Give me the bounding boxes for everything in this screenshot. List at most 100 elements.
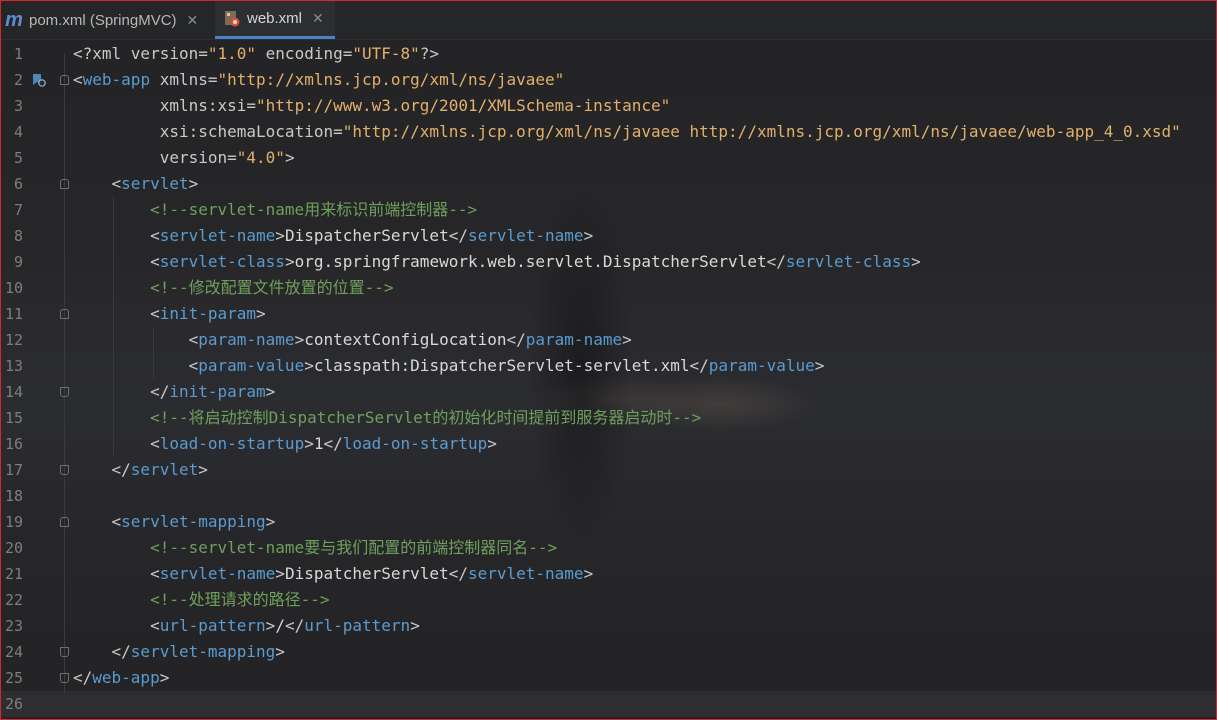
code-line[interactable]: 8 <servlet-name>DispatcherServlet</servl…: [1, 223, 1216, 249]
fold-marker-icon[interactable]: [60, 387, 69, 397]
fold-marker-icon[interactable]: [60, 465, 69, 475]
code-token: url-pattern: [304, 616, 411, 635]
code-token: </: [111, 642, 131, 661]
code-line[interactable]: 10 <!--修改配置文件放置的位置-->: [1, 275, 1216, 301]
code-text: <param-value>classpath:DispatcherServlet…: [73, 353, 825, 379]
code-token: "http://xmlns.jcp.org/xml/ns/javaee http…: [342, 122, 1181, 141]
fold-marker-icon[interactable]: [60, 75, 69, 85]
code-token: load-on-startup: [159, 434, 305, 453]
code-line[interactable]: 21 <servlet-name>DispatcherServlet</serv…: [1, 561, 1216, 587]
code-token: init-param: [159, 304, 257, 323]
line-number: 21: [4, 565, 23, 583]
code-text: <servlet-mapping>: [73, 509, 276, 535]
code-token: <: [150, 252, 160, 271]
code-line[interactable]: 14 </init-param>: [1, 379, 1216, 405]
code-token: >: [265, 382, 276, 401]
line-number: 20: [4, 539, 23, 557]
code-token: </: [73, 668, 93, 687]
code-token: >: [294, 330, 305, 349]
code-token: >: [304, 356, 314, 375]
code-line[interactable]: 20 <!--servlet-name要与我们配置的前端控制器同名-->: [1, 535, 1216, 561]
code-token: param-name: [525, 330, 623, 349]
code-line[interactable]: 2 <web-app xmlns="http://xmlns.jcp.org/xm…: [1, 67, 1216, 93]
close-icon[interactable]: ✕: [187, 12, 199, 29]
code-token: <: [111, 512, 122, 531]
code-text: <init-param>: [73, 301, 266, 327]
code-line[interactable]: 24 </servlet-mapping>: [1, 639, 1216, 665]
code-token: >: [284, 148, 295, 167]
tab-pom-xml[interactable]: m pom.xml (SpringMVC) ✕: [1, 1, 217, 39]
code-token: param-value: [198, 356, 305, 375]
code-token: DispatcherServlet: [284, 226, 449, 245]
code-line[interactable]: 6 <servlet>: [1, 171, 1216, 197]
code-line[interactable]: 13 <param-value>classpath:DispatcherServ…: [1, 353, 1216, 379]
code-token: classpath:DispatcherServlet-servlet.xml: [313, 356, 690, 375]
code-text: <!--将启动控制DispatcherServlet的初始化时间提前到服务器启动…: [73, 405, 701, 431]
code-text: <web-app xmlns="http://xmlns.jcp.org/xml…: [73, 67, 564, 93]
code-line[interactable]: 7 <!--servlet-name用来标识前端控制器-->: [1, 197, 1216, 223]
code-token: >: [256, 304, 266, 323]
code-line[interactable]: 18: [1, 483, 1216, 509]
code-line[interactable]: 3 xmlns:xsi="http://www.w3.org/2001/XMLS…: [1, 93, 1216, 119]
code-token: ?>: [419, 44, 440, 63]
code-token: servlet-name: [159, 226, 276, 245]
code-token: >: [284, 252, 295, 271]
code-line[interactable]: 22 <!--处理请求的路径-->: [1, 587, 1216, 613]
line-number: 22: [4, 591, 23, 609]
code-token: >: [814, 356, 825, 375]
code-token: servlet: [130, 460, 199, 479]
code-token: servlet-mapping: [121, 512, 266, 531]
code-text: <servlet>: [73, 171, 199, 197]
code-line[interactable]: 5 version="4.0">: [1, 145, 1216, 171]
fold-marker-icon[interactable]: [60, 309, 69, 319]
code-line[interactable]: 23 <url-pattern>/</url-pattern>: [1, 613, 1216, 639]
code-text: xsi:schemaLocation="http://xmlns.jcp.org…: [73, 119, 1181, 145]
code-token: <!--将启动控制DispatcherServlet的初始化时间提前到服务器启动…: [150, 408, 702, 427]
code-line[interactable]: 15 <!--将启动控制DispatcherServlet的初始化时间提前到服务…: [1, 405, 1216, 431]
code-text: <?xml version="1.0" encoding="UTF-8"?>: [73, 41, 439, 67]
code-line[interactable]: 19 <servlet-mapping>: [1, 509, 1216, 535]
line-number: 3: [13, 97, 23, 115]
code-line[interactable]: 1 <?xml version="1.0" encoding="UTF-8"?>: [1, 41, 1216, 67]
tab-web-xml[interactable]: web.xml ✕: [215, 1, 335, 39]
code-text: version="4.0">: [73, 145, 295, 171]
code-token: /: [275, 616, 285, 635]
code-token: <: [111, 174, 122, 193]
code-token: <: [188, 356, 199, 375]
close-icon[interactable]: ✕: [312, 10, 324, 27]
code-line[interactable]: 25 </web-app>: [1, 665, 1216, 691]
line-number: 4: [13, 123, 23, 141]
code-line[interactable]: 4 xsi:schemaLocation="http://xmlns.jcp.o…: [1, 119, 1216, 145]
fold-marker-icon[interactable]: [60, 673, 69, 683]
line-number: 9: [13, 253, 23, 271]
line-number: 19: [4, 513, 23, 531]
code-editor[interactable]: 1 <?xml version="1.0" encoding="UTF-8"?> 2…: [1, 41, 1216, 719]
code-text: <!--servlet-name用来标识前端控制器-->: [73, 197, 477, 223]
code-line[interactable]: 11 <init-param>: [1, 301, 1216, 327]
fold-marker-icon[interactable]: [60, 517, 69, 527]
fold-marker-icon[interactable]: [60, 179, 69, 189]
code-token: </: [766, 252, 786, 271]
code-line[interactable]: 16 <load-on-startup>1</load-on-startup>: [1, 431, 1216, 457]
code-line[interactable]: 26: [1, 691, 1216, 717]
code-token: >: [198, 460, 208, 479]
fold-marker-icon[interactable]: [60, 647, 69, 657]
maven-icon: m: [5, 8, 23, 31]
line-number: 24: [4, 643, 23, 661]
tab-web-xml-label: web.xml: [247, 10, 303, 27]
code-text: </servlet-mapping>: [73, 639, 285, 665]
code-token: <: [188, 330, 199, 349]
code-line[interactable]: 9 <servlet-class>org.springframework.web…: [1, 249, 1216, 275]
line-number: 5: [13, 149, 23, 167]
code-line[interactable]: 17 </servlet>: [1, 457, 1216, 483]
line-number: 12: [4, 331, 23, 349]
code-line[interactable]: 12 <param-name>contextConfigLocation</pa…: [1, 327, 1216, 353]
code-token: servlet-mapping: [130, 642, 276, 661]
